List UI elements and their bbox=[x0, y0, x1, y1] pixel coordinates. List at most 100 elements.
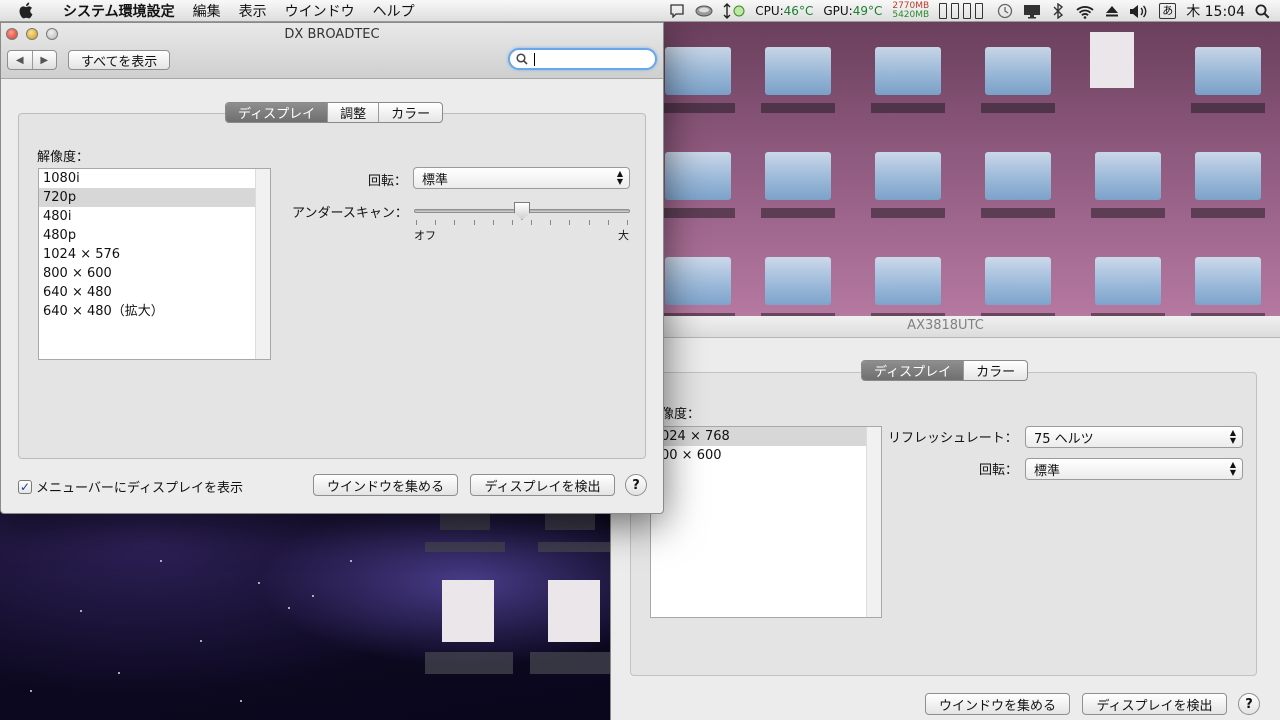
tab-color[interactable]: カラー bbox=[378, 103, 442, 122]
star bbox=[118, 672, 120, 674]
desktop-folder-icon[interactable] bbox=[1195, 47, 1261, 95]
desktop-folder-icon[interactable] bbox=[665, 257, 731, 305]
list-item[interactable]: 480p bbox=[39, 226, 255, 245]
desktop-folder-icon[interactable] bbox=[875, 257, 941, 305]
menu-view[interactable]: 表示 bbox=[230, 1, 276, 21]
desktop-folder-icon[interactable] bbox=[665, 47, 731, 95]
star bbox=[350, 560, 352, 562]
memory-free: 5420MB bbox=[892, 10, 930, 20]
checkbox-label: メニューバーにディスプレイを表示 bbox=[36, 481, 243, 496]
apple-menu-icon[interactable] bbox=[18, 2, 40, 19]
desktop-folder-icon[interactable] bbox=[985, 47, 1051, 95]
volume-icon[interactable] bbox=[1124, 0, 1154, 22]
desktop-folder-icon[interactable] bbox=[765, 152, 831, 200]
rotation-label: 回転： bbox=[979, 463, 1019, 478]
desktop-file-icon bbox=[548, 580, 600, 642]
resolution-label: 像度： bbox=[661, 407, 701, 422]
back-arrow-icon[interactable]: ◀ bbox=[8, 51, 32, 69]
desktop-folder-label bbox=[871, 103, 945, 113]
popup-arrows-icon: ▲ ▼ bbox=[616, 169, 623, 186]
desktop-file-label bbox=[538, 542, 610, 552]
list-item[interactable]: 1080i bbox=[39, 169, 255, 188]
scrollbar[interactable] bbox=[866, 427, 881, 617]
rotation-popup[interactable]: 標準 ▲ ▼ bbox=[413, 167, 630, 189]
detect-displays-button[interactable]: ディスプレイを検出 bbox=[1082, 693, 1227, 715]
display-prefs-window-secondary: AX3818UTC ディスプレイ カラー 像度： 024 × 768 00 × … bbox=[610, 316, 1280, 720]
star bbox=[80, 610, 82, 612]
list-item[interactable]: 640 × 480（拡大） bbox=[39, 302, 255, 321]
menu-edit[interactable]: 編集 bbox=[184, 1, 230, 21]
desktop-folder-icon[interactable] bbox=[985, 152, 1051, 200]
help-button[interactable]: ? bbox=[625, 474, 647, 496]
window-title[interactable]: AX3818UTC bbox=[611, 316, 1280, 338]
list-item[interactable]: 1024 × 576 bbox=[39, 245, 255, 264]
rotation-label: 回転： bbox=[368, 174, 408, 189]
show-all-button[interactable]: すべてを表示 bbox=[68, 50, 171, 70]
display-prefs-window: DX BROADTEC ◀ ▶ すべてを表示 ディスプレイ 調整 カラー 解像度… bbox=[0, 22, 664, 514]
list-item[interactable]: 800 × 600 bbox=[39, 264, 255, 283]
spotlight-search-icon[interactable] bbox=[1250, 0, 1280, 22]
desktop-folder-icon[interactable] bbox=[875, 152, 941, 200]
tab-bar: ディスプレイ カラー bbox=[861, 360, 1029, 381]
resolution-list[interactable]: 1080i 720p 480i 480p 1024 × 576 800 × 600 640 … bbox=[38, 168, 271, 360]
popup-arrows-icon: ▲ ▼ bbox=[1229, 428, 1236, 445]
rotation-popup[interactable]: 標準 ▲ ▼ bbox=[1025, 458, 1243, 480]
desktop-folder-icon[interactable] bbox=[665, 152, 731, 200]
desktop-folder-icon[interactable] bbox=[1095, 257, 1161, 305]
tab-adjust[interactable]: 調整 bbox=[327, 103, 378, 122]
input-method-icon[interactable]: あ bbox=[1154, 0, 1181, 22]
help-button[interactable]: ? bbox=[1238, 693, 1260, 715]
search-field[interactable] bbox=[508, 48, 657, 70]
forward-arrow-icon[interactable]: ▶ bbox=[31, 51, 57, 69]
gather-windows-button[interactable]: ウインドウを集める bbox=[313, 474, 458, 496]
desktop-file-icon bbox=[1090, 32, 1134, 88]
menu-help[interactable]: ヘルプ bbox=[364, 1, 424, 21]
menu-extras: CPU: 46°C GPU: 49°C 2770MB 5420MB あ 木 15:0… bbox=[664, 0, 1280, 22]
gpu-temperature[interactable]: GPU: 49°C bbox=[818, 0, 887, 22]
desktop-folder-icon[interactable] bbox=[875, 47, 941, 95]
drive-icon[interactable] bbox=[690, 0, 718, 22]
search-input[interactable] bbox=[535, 52, 635, 66]
tab-color[interactable]: カラー bbox=[963, 361, 1027, 380]
desktop-folder-icon[interactable] bbox=[1095, 152, 1161, 200]
list-item[interactable]: 480i bbox=[39, 207, 255, 226]
memory-monitor[interactable]: 2770MB 5420MB bbox=[887, 0, 934, 22]
detect-displays-button[interactable]: ディスプレイを検出 bbox=[470, 474, 615, 496]
desktop-folder-icon[interactable] bbox=[765, 257, 831, 305]
list-item[interactable]: 720p bbox=[39, 188, 255, 207]
wifi-icon[interactable] bbox=[1070, 0, 1100, 22]
eject-icon[interactable] bbox=[1100, 0, 1124, 22]
list-item[interactable]: 024 × 768 bbox=[651, 427, 867, 446]
speech-bubble-icon[interactable] bbox=[664, 0, 690, 22]
menu-system-preferences[interactable]: システム環境設定 bbox=[54, 1, 184, 21]
search-icon bbox=[516, 53, 528, 65]
rotation-value: 標準 bbox=[422, 172, 449, 188]
desktop-folder-icon[interactable] bbox=[1195, 152, 1261, 200]
gpu-switch-icon[interactable] bbox=[718, 0, 750, 22]
cpu-temperature[interactable]: CPU: 46°C bbox=[750, 0, 818, 22]
display-icon[interactable] bbox=[1018, 0, 1046, 22]
star bbox=[160, 560, 162, 562]
desktop-folder-icon[interactable] bbox=[765, 47, 831, 95]
tab-display[interactable]: ディスプレイ bbox=[862, 361, 964, 380]
resolution-label: 解像度： bbox=[37, 150, 90, 165]
scrollbar[interactable] bbox=[255, 169, 270, 359]
show-in-menubar-checkbox[interactable]: ✓ メニューバーにディスプレイを表示 bbox=[18, 477, 243, 496]
refresh-rate-popup[interactable]: 75 ヘルツ ▲ ▼ bbox=[1025, 426, 1243, 448]
clock[interactable]: 木 15:04 bbox=[1181, 0, 1250, 22]
bluetooth-icon[interactable] bbox=[1046, 0, 1070, 22]
cpu-meter-icon[interactable] bbox=[934, 0, 992, 22]
star bbox=[30, 690, 32, 692]
desktop-folder-icon[interactable] bbox=[985, 257, 1051, 305]
list-item[interactable]: 640 × 480 bbox=[39, 283, 255, 302]
tab-display[interactable]: ディスプレイ bbox=[226, 103, 328, 122]
tab-bar: ディスプレイ 調整 カラー bbox=[225, 102, 444, 123]
gather-windows-button[interactable]: ウインドウを集める bbox=[925, 693, 1070, 715]
resolution-list[interactable]: 024 × 768 00 × 600 bbox=[650, 426, 882, 618]
menu-window[interactable]: ウインドウ bbox=[276, 1, 364, 21]
time-machine-icon[interactable] bbox=[992, 0, 1018, 22]
list-item[interactable]: 00 × 600 bbox=[651, 446, 867, 465]
checkmark-icon[interactable]: ✓ bbox=[18, 479, 32, 494]
slider-ticks bbox=[416, 220, 628, 225]
desktop-folder-icon[interactable] bbox=[1195, 257, 1261, 305]
